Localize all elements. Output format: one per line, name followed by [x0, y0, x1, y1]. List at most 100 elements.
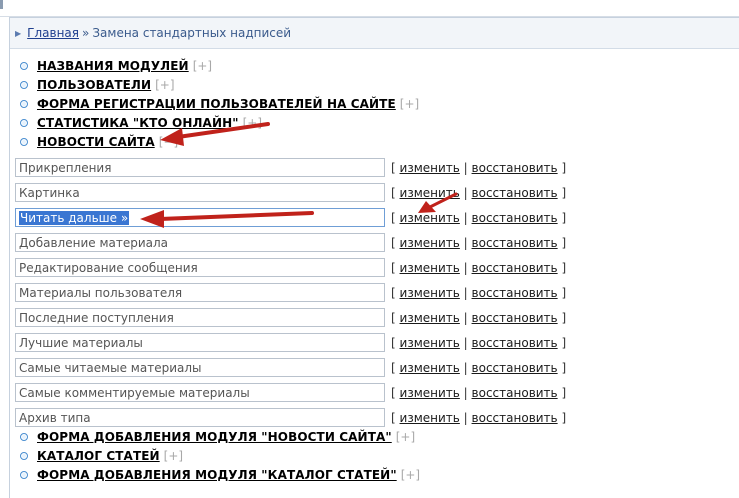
- edit-link[interactable]: изменить: [400, 286, 460, 300]
- breadcrumb-current: Замена стандартных надписей: [92, 26, 292, 40]
- field-row: Редактирование сообщения [ изменить | во…: [15, 255, 566, 280]
- bracket-close: ]: [561, 360, 567, 375]
- breadcrumb: ▶ Главная » Замена стандартных надписей: [10, 18, 739, 49]
- field-value: Материалы пользователя: [19, 285, 183, 300]
- bracket-open: [: [391, 185, 396, 200]
- restore-link[interactable]: восстановить: [472, 361, 558, 375]
- edit-link[interactable]: изменить: [400, 211, 460, 225]
- edit-link[interactable]: изменить: [400, 411, 460, 425]
- label-input[interactable]: Добавление материала: [15, 233, 385, 252]
- bracket-close: ]: [561, 160, 567, 175]
- module-row: НОВОСТИ САЙТА [−]: [20, 132, 419, 151]
- module-link[interactable]: ФОРМА РЕГИСТРАЦИИ ПОЛЬЗОВАТЕЛЕЙ НА САЙТЕ: [37, 97, 396, 111]
- field-actions: [ изменить | восстановить ]: [391, 361, 566, 375]
- breadcrumb-home-link[interactable]: Главная: [27, 26, 79, 40]
- field-row: Картинка [ изменить | восстановить ]: [15, 180, 566, 205]
- field-actions: [ изменить | восстановить ]: [391, 261, 566, 275]
- field-row: Читать дальше » [ изменить | восстановит…: [15, 205, 566, 230]
- field-row: Добавление материала [ изменить | восста…: [15, 230, 566, 255]
- restore-link[interactable]: восстановить: [472, 211, 558, 225]
- module-link[interactable]: НАЗВАНИЯ МОДУЛЕЙ: [37, 59, 189, 73]
- action-divider: |: [463, 185, 468, 200]
- module-list-top: НАЗВАНИЯ МОДУЛЕЙ [+] ПОЛЬЗОВАТЕЛИ [+] ФО…: [20, 56, 419, 151]
- field-value: Самые читаемые материалы: [19, 360, 202, 375]
- label-input[interactable]: Редактирование сообщения: [15, 258, 385, 277]
- collapse-toggle[interactable]: [−]: [159, 135, 178, 149]
- module-link[interactable]: КАТАЛОГ СТАТЕЙ: [37, 449, 160, 463]
- field-value: Картинка: [19, 185, 80, 200]
- field-actions: [ изменить | восстановить ]: [391, 411, 566, 425]
- restore-link[interactable]: восстановить: [472, 261, 558, 275]
- field-value: Самые комментируемые материалы: [19, 385, 250, 400]
- field-value: Последние поступления: [19, 310, 174, 325]
- bracket-open: [: [391, 410, 396, 425]
- edit-link[interactable]: изменить: [400, 386, 460, 400]
- edit-link[interactable]: изменить: [400, 311, 460, 325]
- label-input[interactable]: Материалы пользователя: [15, 283, 385, 302]
- action-divider: |: [463, 160, 468, 175]
- expand-toggle[interactable]: [+]: [155, 78, 174, 92]
- module-row: ФОРМА РЕГИСТРАЦИИ ПОЛЬЗОВАТЕЛЕЙ НА САЙТЕ…: [20, 94, 419, 113]
- restore-link[interactable]: восстановить: [472, 336, 558, 350]
- edit-link[interactable]: изменить: [400, 261, 460, 275]
- bullet-icon: [20, 137, 28, 146]
- restore-link[interactable]: восстановить: [472, 236, 558, 250]
- label-input[interactable]: Самые комментируемые материалы: [15, 383, 385, 402]
- label-input[interactable]: Последние поступления: [15, 308, 385, 327]
- edit-link[interactable]: изменить: [400, 361, 460, 375]
- bullet-icon: [20, 432, 28, 441]
- action-divider: |: [463, 310, 468, 325]
- module-row: КАТАЛОГ СТАТЕЙ [+]: [20, 446, 420, 465]
- restore-link[interactable]: восстановить: [472, 311, 558, 325]
- restore-link[interactable]: восстановить: [472, 286, 558, 300]
- label-input[interactable]: Прикрепления: [15, 158, 385, 177]
- top-tick: [0, 0, 3, 9]
- restore-link[interactable]: восстановить: [472, 411, 558, 425]
- expand-toggle[interactable]: [+]: [401, 468, 420, 482]
- label-input[interactable]: Архив типа: [15, 408, 385, 427]
- module-link[interactable]: ФОРМА ДОБАВЛЕНИЯ МОДУЛЯ "КАТАЛОГ СТАТЕЙ": [37, 468, 397, 482]
- bracket-open: [: [391, 360, 396, 375]
- bracket-close: ]: [561, 310, 567, 325]
- expand-toggle[interactable]: [+]: [164, 449, 183, 463]
- field-actions: [ изменить | восстановить ]: [391, 336, 566, 350]
- module-link-news[interactable]: НОВОСТИ САЙТА: [37, 135, 155, 149]
- action-divider: |: [463, 210, 468, 225]
- bracket-open: [: [391, 235, 396, 250]
- module-link[interactable]: СТАТИСТИКА "КТО ОНЛАЙН": [37, 116, 239, 130]
- expand-toggle[interactable]: [+]: [400, 97, 419, 111]
- module-link[interactable]: ПОЛЬЗОВАТЕЛИ: [37, 78, 151, 92]
- bracket-open: [: [391, 335, 396, 350]
- label-input[interactable]: Картинка: [15, 183, 385, 202]
- module-row: НАЗВАНИЯ МОДУЛЕЙ [+]: [20, 56, 419, 75]
- restore-link[interactable]: восстановить: [472, 386, 558, 400]
- field-value: Добавление материала: [19, 235, 169, 250]
- bracket-close: ]: [561, 235, 567, 250]
- action-divider: |: [463, 335, 468, 350]
- field-value: Архив типа: [19, 410, 91, 425]
- edit-link[interactable]: изменить: [400, 161, 460, 175]
- field-actions: [ изменить | восстановить ]: [391, 161, 566, 175]
- action-divider: |: [463, 285, 468, 300]
- label-input[interactable]: Лучшие материалы: [15, 333, 385, 352]
- module-link[interactable]: ФОРМА ДОБАВЛЕНИЯ МОДУЛЯ "НОВОСТИ САЙТА": [37, 430, 392, 444]
- module-row: ПОЛЬЗОВАТЕЛИ [+]: [20, 75, 419, 94]
- bullet-icon: [20, 99, 28, 108]
- bracket-close: ]: [561, 285, 567, 300]
- label-input[interactable]: Самые читаемые материалы: [15, 358, 385, 377]
- field-value: Лучшие материалы: [19, 335, 143, 350]
- restore-link[interactable]: восстановить: [472, 186, 558, 200]
- edit-link[interactable]: изменить: [400, 336, 460, 350]
- edit-link[interactable]: изменить: [400, 186, 460, 200]
- label-input-focused[interactable]: Читать дальше »: [15, 208, 385, 227]
- edit-link[interactable]: изменить: [400, 236, 460, 250]
- field-actions: [ изменить | восстановить ]: [391, 311, 566, 325]
- bullet-icon: [20, 61, 28, 70]
- expand-toggle[interactable]: [+]: [243, 116, 262, 130]
- bracket-open: [: [391, 285, 396, 300]
- expand-toggle[interactable]: [+]: [396, 430, 415, 444]
- action-divider: |: [463, 360, 468, 375]
- restore-link[interactable]: восстановить: [472, 161, 558, 175]
- label-fields: Прикрепления [ изменить | восстановить ]…: [15, 155, 566, 430]
- expand-toggle[interactable]: [+]: [193, 59, 212, 73]
